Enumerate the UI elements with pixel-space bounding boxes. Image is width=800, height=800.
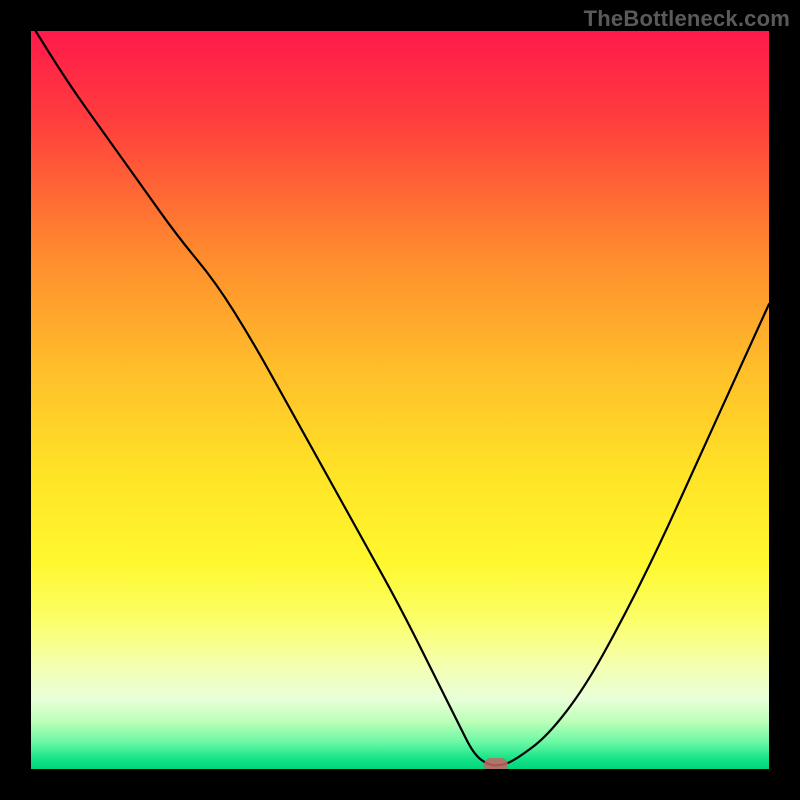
- chart-frame: TheBottleneck.com: [0, 0, 800, 800]
- optimum-marker: [484, 758, 508, 769]
- bottleneck-curve: [31, 31, 769, 769]
- branding-watermark: TheBottleneck.com: [584, 6, 790, 32]
- plot-area: [31, 31, 769, 769]
